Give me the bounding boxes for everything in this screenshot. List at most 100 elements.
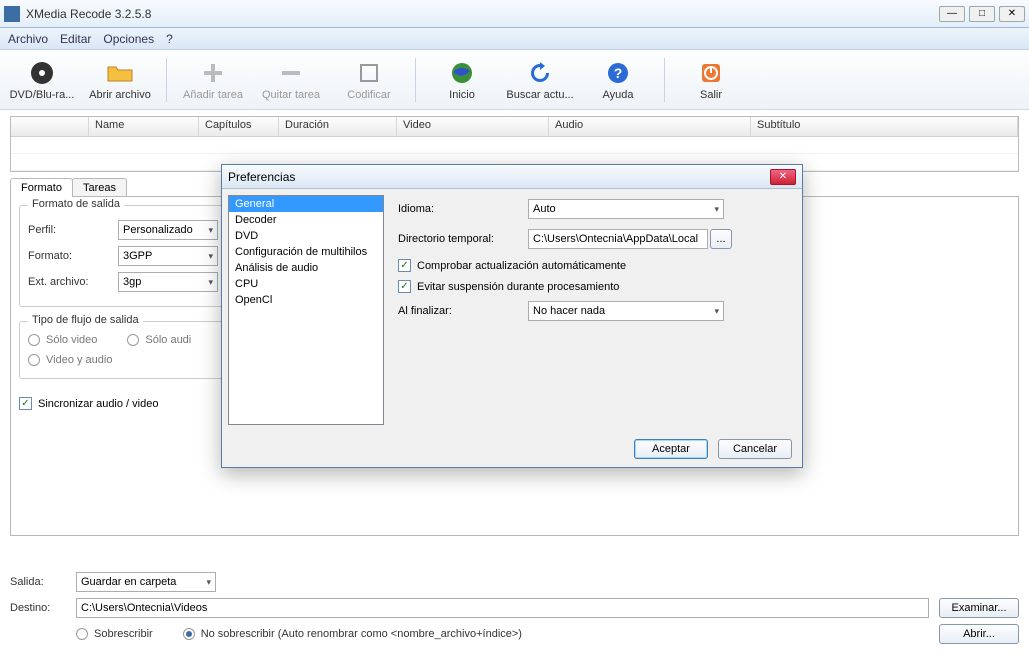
table-col-blank[interactable] (11, 117, 89, 136)
output-format-group: Formato de salida Perfil: Personalizado … (19, 205, 229, 307)
check-update-checkbox[interactable]: ✓ (398, 259, 411, 272)
category-opencl[interactable]: OpenCl (229, 292, 383, 308)
menu-help[interactable]: ? (166, 32, 173, 46)
dialog-title: Preferencias (228, 170, 770, 184)
menu-opciones[interactable]: Opciones (103, 32, 154, 46)
toolbar-remove-task-button[interactable]: Quitar tarea (255, 53, 327, 107)
radio-no-sobrescribir[interactable]: No sobrescribir (Auto renombrar como <no… (183, 628, 522, 640)
menu-archivo[interactable]: Archivo (8, 32, 48, 46)
format-combo[interactable]: 3GPP (118, 246, 218, 266)
toolbar-update-label: Buscar actu... (506, 89, 573, 101)
help-icon: ? (604, 59, 632, 87)
svg-text:?: ? (614, 65, 623, 81)
folder-open-icon (106, 59, 134, 87)
radio-sobrescribir[interactable]: Sobrescribir (76, 628, 153, 640)
on-finish-label: Al finalizar: (398, 305, 528, 317)
radio-video-audio[interactable]: Video y audio (28, 354, 220, 366)
maximize-button[interactable]: □ (969, 6, 995, 22)
menubar: Archivo Editar Opciones ? (0, 28, 1029, 50)
sync-label: Sincronizar audio / video (38, 398, 158, 410)
abrir-button[interactable]: Abrir... (939, 624, 1019, 644)
toolbar-encode-button[interactable]: Codificar (333, 53, 405, 107)
category-audio-analysis[interactable]: Análisis de audio (229, 260, 383, 276)
stream-type-group: Tipo de flujo de salida Sólo video Sólo … (19, 321, 229, 379)
destino-input[interactable] (76, 598, 929, 618)
profile-combo[interactable]: Personalizado (118, 220, 218, 240)
toolbar-help-label: Ayuda (603, 89, 634, 101)
ext-combo[interactable]: 3gp (118, 272, 218, 292)
toolbar-dvd-button[interactable]: DVD/Blu-ra... (6, 53, 78, 107)
destino-label: Destino: (10, 602, 66, 614)
toolbar-encode-label: Codificar (347, 89, 390, 101)
dialog-close-button[interactable]: ✕ (770, 169, 796, 185)
examinar-button[interactable]: Examinar... (939, 598, 1019, 618)
table-col-name[interactable]: Name (89, 117, 199, 136)
toolbar-open-label: Abrir archivo (89, 89, 151, 101)
salida-combo[interactable]: Guardar en carpeta (76, 572, 216, 592)
window-title: XMedia Recode 3.2.5.8 (26, 7, 939, 21)
category-decoder[interactable]: Decoder (229, 212, 383, 228)
toolbar-separator (664, 58, 665, 102)
table-col-duration[interactable]: Duración (279, 117, 397, 136)
refresh-icon (526, 59, 554, 87)
table-col-chapters[interactable]: Capítulos (199, 117, 279, 136)
tab-tareas[interactable]: Tareas (72, 178, 127, 197)
ext-label: Ext. archivo: (28, 276, 108, 288)
tempdir-label: Directorio temporal: (398, 233, 528, 245)
toolbar-open-button[interactable]: Abrir archivo (84, 53, 156, 107)
radio-icon (127, 334, 139, 346)
toolbar-remove-task-label: Quitar tarea (262, 89, 320, 101)
table-col-subtitle[interactable]: Subtítulo (751, 117, 1018, 136)
category-dvd[interactable]: DVD (229, 228, 383, 244)
format-label: Formato: (28, 250, 108, 262)
preferences-dialog: Preferencias ✕ General Decoder DVD Confi… (221, 164, 803, 468)
tempdir-input[interactable] (528, 229, 708, 249)
toolbar-add-task-label: Añadir tarea (183, 89, 243, 101)
toolbar-exit-button[interactable]: Salir (675, 53, 747, 107)
toolbar-update-button[interactable]: Buscar actu... (504, 53, 576, 107)
table-header: Name Capítulos Duración Video Audio Subt… (11, 117, 1018, 137)
toolbar-home-label: Inicio (449, 89, 475, 101)
output-format-legend: Formato de salida (28, 198, 124, 210)
cancel-button[interactable]: Cancelar (718, 439, 792, 459)
category-cpu[interactable]: CPU (229, 276, 383, 292)
table-col-audio[interactable]: Audio (549, 117, 751, 136)
toolbar-separator (415, 58, 416, 102)
radio-video-only[interactable]: Sólo video (28, 334, 97, 346)
table-col-video[interactable]: Video (397, 117, 549, 136)
minus-icon (277, 59, 305, 87)
check-update-label: Comprobar actualización automáticamente (417, 260, 626, 272)
minimize-button[interactable]: — (939, 6, 965, 22)
sync-checkbox[interactable]: ✓ (19, 397, 32, 410)
disc-icon (28, 59, 56, 87)
category-general[interactable]: General (229, 196, 383, 212)
toolbar-dvd-label: DVD/Blu-ra... (10, 89, 75, 101)
idioma-combo[interactable]: Auto (528, 199, 724, 219)
close-button[interactable]: ✕ (999, 6, 1025, 22)
tab-formato[interactable]: Formato (10, 178, 73, 197)
on-finish-combo[interactable]: No hacer nada (528, 301, 724, 321)
power-icon (697, 59, 725, 87)
accept-button[interactable]: Aceptar (634, 439, 708, 459)
dialog-settings-panel: Idioma: Auto Directorio temporal: ... ✓ … (390, 195, 796, 425)
category-multithread[interactable]: Configuración de multihilos (229, 244, 383, 260)
radio-icon (28, 334, 40, 346)
profile-label: Perfil: (28, 224, 108, 236)
category-list[interactable]: General Decoder DVD Configuración de mul… (228, 195, 384, 425)
menu-editar[interactable]: Editar (60, 32, 91, 46)
radio-audio-only[interactable]: Sólo audi (127, 334, 191, 346)
tempdir-browse-button[interactable]: ... (710, 229, 732, 249)
toolbar-help-button[interactable]: ? Ayuda (582, 53, 654, 107)
toolbar-exit-label: Salir (700, 89, 722, 101)
encode-icon (355, 59, 383, 87)
dialog-titlebar[interactable]: Preferencias ✕ (222, 165, 802, 189)
avoid-suspend-checkbox[interactable]: ✓ (398, 280, 411, 293)
salida-label: Salida: (10, 576, 66, 588)
toolbar-separator (166, 58, 167, 102)
radio-icon (183, 628, 195, 640)
toolbar-add-task-button[interactable]: Añadir tarea (177, 53, 249, 107)
window-controls: — □ ✕ (939, 6, 1025, 22)
idioma-label: Idioma: (398, 203, 528, 215)
table-row (11, 137, 1018, 154)
toolbar-home-button[interactable]: Inicio (426, 53, 498, 107)
